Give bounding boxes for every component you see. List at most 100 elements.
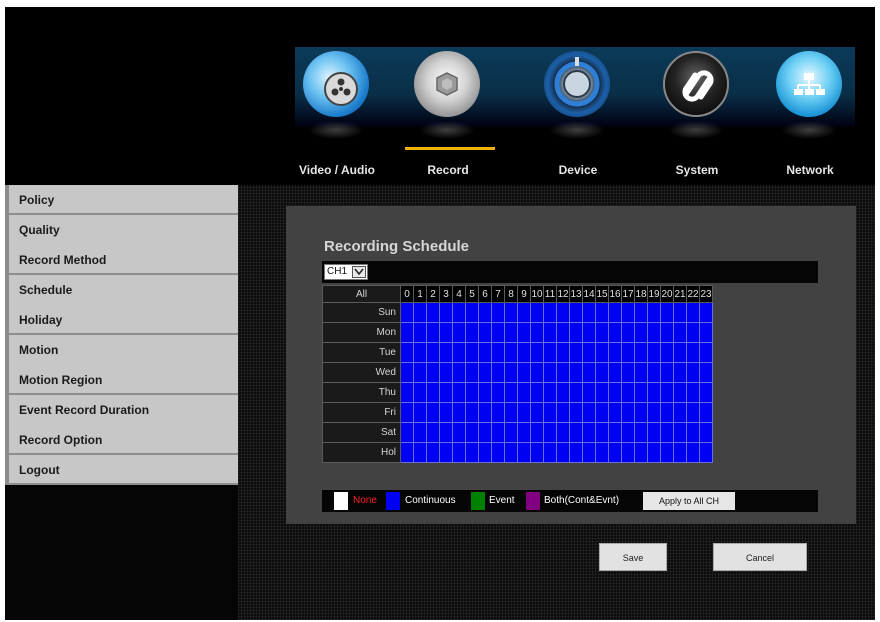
schedule-cell[interactable] [647, 402, 661, 423]
schedule-cell[interactable] [439, 422, 453, 443]
schedule-cell[interactable] [530, 442, 544, 463]
chevron-down-icon[interactable] [352, 266, 366, 278]
hour-header[interactable]: 18 [634, 285, 648, 303]
schedule-cell[interactable] [660, 342, 674, 363]
schedule-cell[interactable] [569, 382, 583, 403]
schedule-cell[interactable] [452, 362, 466, 383]
schedule-cell[interactable] [426, 442, 440, 463]
schedule-cell[interactable] [569, 342, 583, 363]
schedule-cell[interactable] [439, 402, 453, 423]
schedule-cell[interactable] [647, 422, 661, 443]
schedule-cell[interactable] [569, 402, 583, 423]
schedule-cell[interactable] [634, 342, 648, 363]
schedule-cell[interactable] [517, 362, 531, 383]
schedule-cell[interactable] [491, 442, 505, 463]
sidebar-item-policy[interactable]: Policy [5, 185, 238, 215]
schedule-cell[interactable] [543, 342, 557, 363]
schedule-cell[interactable] [478, 382, 492, 403]
schedule-cell[interactable] [530, 302, 544, 323]
hour-header[interactable]: 6 [478, 285, 492, 303]
schedule-cell[interactable] [400, 322, 414, 343]
apply-to-all-channels-button[interactable]: Apply to All CH [643, 492, 735, 510]
schedule-cell[interactable] [595, 302, 609, 323]
schedule-cell[interactable] [504, 422, 518, 443]
schedule-cell[interactable] [517, 302, 531, 323]
schedule-cell[interactable] [686, 442, 700, 463]
schedule-cell[interactable] [452, 442, 466, 463]
schedule-cell[interactable] [699, 422, 713, 443]
schedule-cell[interactable] [673, 322, 687, 343]
schedule-cell[interactable] [400, 342, 414, 363]
day-label[interactable]: Sat [322, 422, 401, 443]
schedule-cell[interactable] [413, 422, 427, 443]
schedule-cell[interactable] [660, 362, 674, 383]
continuous-swatch[interactable] [386, 492, 400, 510]
schedule-cell[interactable] [504, 302, 518, 323]
schedule-cell[interactable] [504, 382, 518, 403]
schedule-cell[interactable] [452, 342, 466, 363]
schedule-cell[interactable] [621, 382, 635, 403]
schedule-cell[interactable] [569, 442, 583, 463]
schedule-cell[interactable] [621, 342, 635, 363]
schedule-cell[interactable] [491, 302, 505, 323]
schedule-cell[interactable] [608, 302, 622, 323]
schedule-cell[interactable] [569, 362, 583, 383]
schedule-cell[interactable] [426, 342, 440, 363]
schedule-cell[interactable] [413, 382, 427, 403]
schedule-cell[interactable] [686, 382, 700, 403]
schedule-cell[interactable] [400, 422, 414, 443]
schedule-cell[interactable] [634, 442, 648, 463]
schedule-cell[interactable] [439, 382, 453, 403]
schedule-cell[interactable] [530, 422, 544, 443]
sidebar-item-motion[interactable]: Motion [5, 335, 238, 365]
none-swatch[interactable] [334, 492, 348, 510]
schedule-cell[interactable] [647, 322, 661, 343]
schedule-cell[interactable] [686, 422, 700, 443]
schedule-cell[interactable] [439, 342, 453, 363]
schedule-cell[interactable] [556, 302, 570, 323]
schedule-cell[interactable] [686, 342, 700, 363]
schedule-cell[interactable] [413, 302, 427, 323]
sidebar-item-motion-region[interactable]: Motion Region [5, 365, 238, 395]
schedule-cell[interactable] [556, 382, 570, 403]
schedule-cell[interactable] [699, 382, 713, 403]
hour-header[interactable]: 15 [595, 285, 609, 303]
schedule-cell[interactable] [413, 362, 427, 383]
schedule-cell[interactable] [543, 442, 557, 463]
schedule-cell[interactable] [699, 302, 713, 323]
select-all-cell[interactable]: All [322, 285, 401, 303]
schedule-cell[interactable] [647, 342, 661, 363]
schedule-cell[interactable] [478, 342, 492, 363]
schedule-cell[interactable] [452, 302, 466, 323]
schedule-cell[interactable] [621, 422, 635, 443]
schedule-cell[interactable] [673, 362, 687, 383]
channel-select[interactable]: CH1 [324, 264, 368, 280]
schedule-cell[interactable] [621, 402, 635, 423]
schedule-cell[interactable] [465, 422, 479, 443]
hour-header[interactable]: 22 [686, 285, 700, 303]
schedule-cell[interactable] [491, 382, 505, 403]
schedule-cell[interactable] [491, 362, 505, 383]
schedule-cell[interactable] [400, 402, 414, 423]
schedule-cell[interactable] [621, 442, 635, 463]
cancel-button[interactable]: Cancel [713, 543, 807, 571]
schedule-cell[interactable] [413, 322, 427, 343]
schedule-cell[interactable] [595, 382, 609, 403]
schedule-cell[interactable] [543, 322, 557, 343]
schedule-cell[interactable] [530, 322, 544, 343]
schedule-cell[interactable] [673, 382, 687, 403]
schedule-cell[interactable] [465, 382, 479, 403]
schedule-cell[interactable] [608, 402, 622, 423]
schedule-cell[interactable] [595, 422, 609, 443]
schedule-cell[interactable] [465, 302, 479, 323]
schedule-cell[interactable] [673, 302, 687, 323]
tab-video-audio[interactable]: Video / Audio [282, 45, 392, 185]
schedule-cell[interactable] [439, 362, 453, 383]
schedule-cell[interactable] [608, 322, 622, 343]
schedule-cell[interactable] [478, 442, 492, 463]
schedule-cell[interactable] [569, 302, 583, 323]
schedule-cell[interactable] [478, 302, 492, 323]
schedule-cell[interactable] [426, 362, 440, 383]
schedule-cell[interactable] [582, 382, 596, 403]
schedule-cell[interactable] [569, 322, 583, 343]
